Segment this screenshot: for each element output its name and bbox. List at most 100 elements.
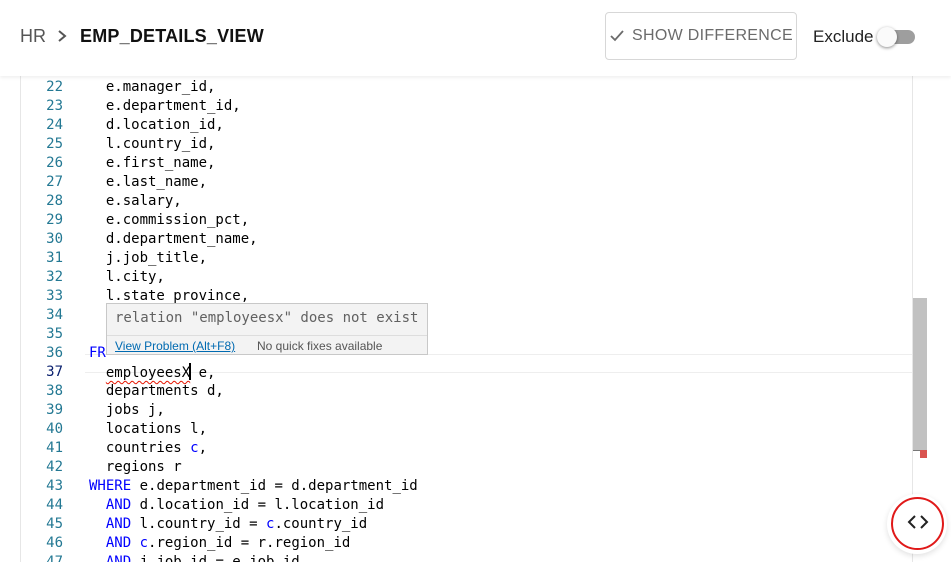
- line-number: 30: [46, 231, 63, 247]
- line-number: 29: [46, 212, 63, 228]
- line-number: 23: [46, 98, 63, 114]
- line-number: 41: [46, 440, 63, 456]
- line-number: 36: [46, 345, 63, 361]
- line-number: 32: [46, 269, 63, 285]
- code-text: j.job_title,: [105, 250, 208, 266]
- toggle-thumb: [877, 27, 897, 47]
- code-text: d.location_id = l.location_id: [131, 497, 385, 513]
- line-number: 24: [46, 117, 63, 133]
- page-header: HR EMP_DETAILS_VIEW SHOW DIFFERENCE Excl…: [0, 0, 951, 76]
- code-line: departments d,: [89, 382, 224, 401]
- code-line: FR: [89, 344, 106, 363]
- code-text: e.manager_id,: [105, 79, 216, 95]
- code-line: e.last_name,: [89, 173, 207, 192]
- code-line: WHERE e.department_id = d.department_id: [89, 477, 418, 496]
- code-text: jobs j,: [105, 402, 165, 418]
- line-number: 34: [46, 307, 63, 323]
- code-text: regions r: [105, 459, 182, 475]
- sql-keyword: AND: [105, 535, 132, 551]
- line-number: 33: [46, 288, 63, 304]
- code-line: [89, 325, 106, 344]
- code-line: AND c.region_id = r.region_id: [89, 534, 350, 553]
- code-text: .country_id: [274, 516, 368, 532]
- code-line: d.location_id,: [89, 116, 224, 135]
- breadcrumb-schema[interactable]: HR: [20, 26, 46, 47]
- sql-keyword: WHERE: [89, 478, 132, 494]
- view-problem-link[interactable]: View Problem (Alt+F8): [115, 339, 235, 353]
- line-number: 28: [46, 193, 63, 209]
- line-number: 22: [46, 79, 63, 95]
- code-text: j.job_id = e.job_id: [131, 554, 300, 562]
- table-alias: c: [139, 535, 149, 551]
- line-number: 31: [46, 250, 63, 266]
- code-text: e.first_name,: [105, 155, 216, 171]
- code-text: e.department_id,: [105, 98, 241, 114]
- code-line: jobs j,: [89, 401, 165, 420]
- error-token: employeesX: [105, 365, 191, 381]
- line-number: 46: [46, 535, 63, 551]
- code-text: e.department_id = d.department_id: [131, 478, 418, 494]
- code-text: ,: [198, 440, 208, 456]
- code-text: l.city,: [105, 269, 165, 285]
- code-line: AND d.location_id = l.location_id: [89, 496, 384, 515]
- sql-keyword: AND: [105, 554, 132, 562]
- code-text: .region_id = r.region_id: [148, 535, 351, 551]
- error-hover-widget: relation "employeesx" does not exist Vie…: [106, 303, 428, 355]
- line-number: 45: [46, 516, 63, 532]
- line-number: 35: [46, 326, 63, 342]
- code-editor[interactable]: 22 e.manager_id, 23 e.department_id, 24 d.…: [20, 76, 913, 562]
- page-title: EMP_DETAILS_VIEW: [80, 26, 264, 46]
- line-number: 47: [46, 554, 63, 562]
- no-quick-fixes-text: No quick fixes available: [257, 339, 383, 353]
- table-alias: c: [190, 440, 199, 456]
- exclude-label: Exclude: [813, 27, 874, 46]
- code-line: l.city,: [89, 268, 165, 287]
- code-text: e.salary,: [105, 193, 182, 209]
- code-line: j.job_title,: [89, 249, 207, 268]
- exclude-toggle[interactable]: [877, 27, 915, 47]
- code-brackets-icon: [907, 515, 929, 529]
- code-line: AND j.job_id = e.job_id: [89, 553, 300, 562]
- hover-status-bar: View Problem (Alt+F8) No quick fixes ava…: [107, 335, 427, 355]
- code-line: e.manager_id,: [89, 78, 216, 97]
- line-number: 43: [46, 478, 63, 494]
- code-text: departments d,: [105, 383, 224, 399]
- code-line: e.commission_pct,: [89, 211, 249, 230]
- check-icon: [610, 30, 624, 42]
- line-number: 40: [46, 421, 63, 437]
- code-line: countries c,: [89, 439, 207, 458]
- show-difference-label: SHOW DIFFERENCE: [632, 27, 793, 44]
- sql-keyword: AND: [105, 516, 132, 532]
- code-line: employeesX e,: [89, 363, 215, 382]
- code-text: countries: [105, 440, 191, 456]
- line-number: 26: [46, 155, 63, 171]
- line-number: 27: [46, 174, 63, 190]
- code-text: e.commission_pct,: [105, 212, 250, 228]
- code-line: l.country_id,: [89, 135, 216, 154]
- line-number: 44: [46, 497, 63, 513]
- show-difference-button[interactable]: SHOW DIFFERENCE: [605, 12, 797, 60]
- scrollbar-thumb[interactable]: [913, 298, 927, 450]
- sql-keyword: AND: [105, 497, 132, 513]
- code-text: l.country_id,: [105, 136, 216, 152]
- code-line: regions r: [89, 458, 182, 477]
- code-text: l.country_id =: [131, 516, 267, 532]
